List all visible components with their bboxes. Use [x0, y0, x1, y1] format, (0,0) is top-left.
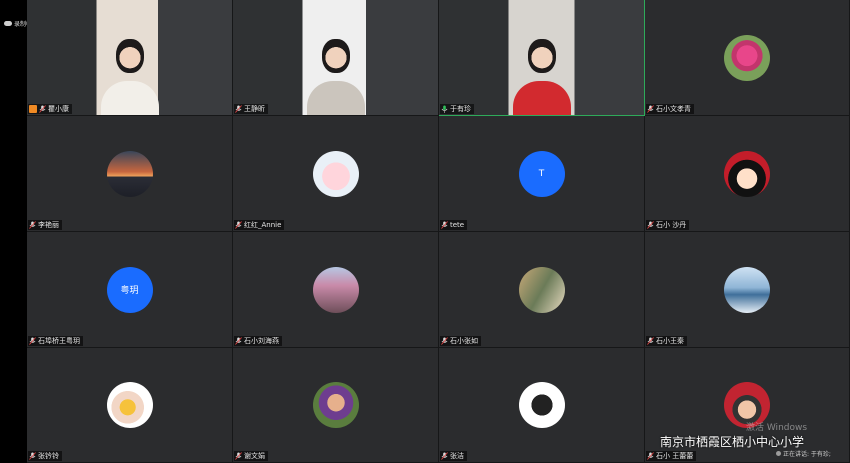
participant-avatar — [724, 34, 770, 81]
school-name-overlay: 南京市栖霞区栖小中心小学 — [660, 435, 805, 449]
host-icon — [29, 105, 37, 113]
participant-name: 张洁 — [450, 452, 464, 460]
participant-body — [306, 81, 365, 115]
participant-name-label: tete — [440, 220, 468, 230]
participant-tile[interactable]: 张钤铃 — [27, 348, 233, 463]
participant-body — [512, 81, 571, 115]
participant-tile[interactable]: 石小张如 — [439, 232, 645, 348]
participant-name-label: 王静昕 — [234, 104, 268, 114]
participant-name-label: 红红_Annie — [234, 220, 285, 230]
mic-on-icon — [441, 105, 448, 113]
cloud-icon — [4, 21, 12, 26]
participant-name: 石小 王蕾蕾 — [656, 452, 694, 460]
participant-avatar — [312, 382, 359, 428]
participant-body — [100, 81, 159, 115]
participant-tile[interactable]: 红红_Annie — [233, 116, 439, 232]
participant-tile[interactable]: 瞿小康 — [27, 0, 233, 116]
participant-name-label: 石小王秦 — [646, 336, 687, 346]
speaking-indicator: 正在讲话: 于有珍; — [776, 449, 831, 458]
participant-name-label: 石小文孝青 — [646, 104, 694, 114]
participant-avatar — [724, 150, 770, 197]
mic-muted-icon — [235, 452, 242, 460]
participant-name-label: 谢文娟 — [234, 451, 268, 461]
participant-name: 石小刘海燕 — [244, 337, 279, 345]
participant-avatar — [312, 266, 359, 313]
mic-muted-icon — [29, 452, 36, 460]
participant-name: 瞿小康 — [48, 105, 69, 113]
participant-name: 张钤铃 — [38, 452, 59, 460]
participant-tile[interactable]: 石小王秦 — [645, 232, 850, 348]
participant-video — [439, 0, 644, 115]
participant-name: 于有珍 — [450, 105, 471, 113]
participant-tile[interactable]: 李艳丽 — [27, 116, 233, 232]
participant-avatar — [106, 382, 153, 428]
participant-avatar — [106, 150, 153, 197]
participant-tile[interactable]: 粤玥石埠桥王粤玥 — [27, 232, 233, 348]
participant-name-label: 石埠桥王粤玥 — [28, 336, 83, 346]
participant-avatar — [518, 382, 565, 428]
mic-muted-icon — [441, 221, 448, 229]
participant-name: 李艳丽 — [38, 221, 59, 229]
mic-muted-icon — [441, 452, 448, 460]
participant-name-label: 石小刘海燕 — [234, 336, 282, 346]
participant-tile[interactable]: 石小 沙丹 — [645, 116, 850, 232]
participant-tile[interactable]: 谢文娟 — [233, 348, 439, 463]
mic-muted-icon — [235, 105, 242, 113]
speaking-label: 正在讲话: 于有珍; — [783, 451, 831, 458]
participant-figure — [115, 39, 144, 74]
participant-video — [27, 0, 232, 115]
mic-muted-icon — [441, 337, 448, 345]
speaker-icon — [776, 451, 781, 456]
participant-tile[interactable]: 于有珍 — [439, 0, 645, 116]
mic-muted-icon — [235, 221, 242, 229]
participant-tile[interactable]: 张洁 — [439, 348, 645, 463]
participant-name: 王静昕 — [244, 105, 265, 113]
participant-name-label: 于有珍 — [440, 104, 474, 114]
participant-name: 谢文娟 — [244, 452, 265, 460]
participant-name-label: 石小张如 — [440, 336, 481, 346]
mic-muted-icon — [235, 337, 242, 345]
participant-name: 石小王秦 — [656, 337, 684, 345]
left-toolbar-strip: 录制中 — [0, 0, 32, 463]
participant-name: 石埠桥王粤玥 — [38, 337, 80, 345]
participant-avatar — [518, 266, 565, 313]
windows-activation-watermark: 激活 Windows — [746, 423, 808, 433]
mic-muted-icon — [647, 105, 654, 113]
participant-name-label: 李艳丽 — [28, 220, 62, 230]
mic-muted-icon — [647, 337, 654, 345]
participant-figure — [527, 39, 556, 74]
participant-avatar: T — [518, 150, 565, 197]
participant-name-label: 瞿小康 — [28, 104, 72, 114]
participant-name-label: 张洁 — [440, 451, 467, 461]
participant-name: 石小文孝青 — [656, 105, 691, 113]
participant-name: tete — [450, 221, 465, 229]
participant-avatar: 粤玥 — [106, 266, 153, 313]
mic-muted-icon — [647, 221, 654, 229]
participant-tile[interactable]: 石小文孝青 — [645, 0, 850, 116]
participant-figure — [321, 39, 350, 74]
mic-muted-icon — [29, 221, 36, 229]
participant-avatar — [312, 150, 359, 197]
participant-name: 红红_Annie — [244, 221, 282, 229]
mic-muted-icon — [647, 452, 654, 460]
participant-name: 石小 沙丹 — [656, 221, 687, 229]
participant-name-label: 张钤铃 — [28, 451, 62, 461]
participant-name: 石小张如 — [450, 337, 478, 345]
participant-video — [233, 0, 438, 115]
participant-name-label: 石小 沙丹 — [646, 220, 690, 230]
participant-tile[interactable]: 王静昕 — [233, 0, 439, 116]
participant-tile[interactable]: 石小刘海燕 — [233, 232, 439, 348]
participant-grid: 瞿小康 王静昕 于有珍 石小文孝青李艳丽 红红_Annie Ttete 石小 沙丹粤玥石埠桥… — [27, 0, 850, 463]
participant-avatar — [724, 266, 770, 313]
participant-name-label: 石小 王蕾蕾 — [646, 451, 697, 461]
participant-tile[interactable]: Ttete — [439, 116, 645, 232]
mic-muted-icon — [29, 337, 36, 345]
mic-muted-icon — [39, 105, 46, 113]
